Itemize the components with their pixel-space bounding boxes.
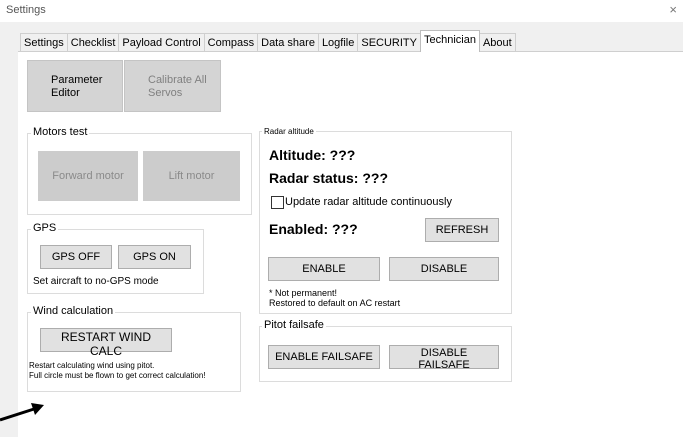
forward-motor-button[interactable]: Forward motor [38, 151, 138, 201]
radar-note-2: Restored to default on AC restart [269, 298, 401, 308]
enable-failsafe-button[interactable]: ENABLE FAILSAFE [268, 345, 380, 369]
arrow-right-icon [0, 403, 44, 422]
motors-test-label: Motors test [31, 126, 90, 138]
tab-data-share[interactable]: Data share [257, 33, 319, 52]
window-title: Settings [6, 4, 46, 16]
wind-calculation-label: Wind calculation [31, 305, 116, 317]
disable-failsafe-button[interactable]: DISABLE FAILSAFE [389, 345, 499, 371]
parameter-editor-button[interactable]: Parameter Editor [27, 60, 123, 112]
pitot-failsafe-label: Pitot failsafe [262, 319, 326, 331]
restart-wind-calc-button[interactable]: RESTART WIND CALC [40, 328, 172, 358]
tab-technician[interactable]: Technician [419, 30, 480, 52]
update-radar-checkbox[interactable] [271, 196, 284, 209]
gps-label: GPS [31, 222, 59, 234]
wind-hint-2: Full circle must be flown to get correct… [29, 371, 206, 380]
calibrate-servos-label-1: Calibrate All [148, 74, 207, 86]
enable-radar-button[interactable]: ENABLE [268, 257, 380, 281]
radar-status-value: Radar status: ??? [269, 170, 389, 186]
calibrate-servos-label-2: Servos [148, 87, 183, 99]
tab-bar: Settings Checklist Payload Control Compa… [20, 30, 516, 52]
enabled-value: Enabled: ??? [269, 221, 358, 237]
parameter-editor-label-1: Parameter [51, 74, 103, 86]
title-bar: Settings × [0, 0, 683, 22]
tab-compass[interactable]: Compass [203, 33, 259, 52]
close-icon[interactable]: × [669, 2, 677, 17]
lift-motor-button[interactable]: Lift motor [143, 151, 240, 201]
tab-payload-control[interactable]: Payload Control [118, 33, 205, 52]
radar-altitude-label: Radar altitude [262, 127, 316, 136]
altitude-value: Altitude: ??? [269, 147, 356, 163]
gps-on-button[interactable]: GPS ON [118, 245, 191, 269]
refresh-button[interactable]: REFRESH [425, 218, 499, 242]
gps-hint: Set aircraft to no-GPS mode [33, 276, 159, 287]
calibrate-servos-button[interactable]: Calibrate All Servos [124, 60, 221, 112]
tab-settings[interactable]: Settings [20, 33, 68, 52]
disable-radar-button[interactable]: DISABLE [389, 257, 499, 281]
tab-about[interactable]: About [478, 33, 516, 52]
tab-checklist[interactable]: Checklist [66, 33, 120, 52]
gps-off-button[interactable]: GPS OFF [40, 245, 112, 269]
tab-logfile[interactable]: Logfile [317, 33, 359, 52]
parameter-editor-label-2: Editor [51, 87, 80, 99]
update-radar-checkbox-label: Update radar altitude continuously [285, 196, 452, 208]
tab-security[interactable]: SECURITY [357, 33, 421, 52]
